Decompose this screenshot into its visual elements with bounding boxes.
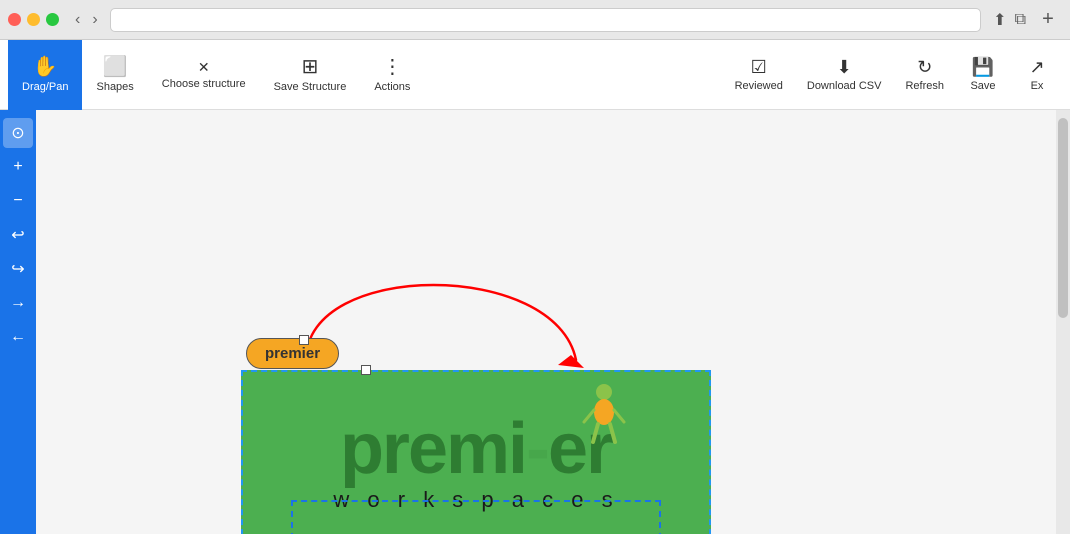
- canvas[interactable]: premier: [36, 110, 1056, 534]
- reviewed-label: Reviewed: [735, 80, 783, 92]
- toolbar-download-csv[interactable]: ⬇ Download CSV: [797, 40, 892, 110]
- toolbar-right: ☑ Reviewed ⬇ Download CSV ↻ Refresh 💾 Sa…: [725, 40, 1062, 110]
- toolbar-save-structure[interactable]: ⊞ Save Structure: [260, 40, 361, 110]
- actions-label: Actions: [374, 81, 410, 93]
- close-button[interactable]: [8, 13, 21, 26]
- add-tab-button[interactable]: +: [1034, 6, 1062, 34]
- drag-pan-label: Drag/Pan: [22, 81, 68, 93]
- sidebar-redo[interactable]: ↪: [3, 254, 33, 284]
- ex-icon: ↗: [1029, 58, 1044, 76]
- share-icon[interactable]: ⬆: [993, 10, 1006, 30]
- maximize-button[interactable]: [46, 13, 59, 26]
- toolbar-refresh[interactable]: ↻ Refresh: [895, 40, 954, 110]
- selection-handle-br: [361, 365, 371, 375]
- selection-handle-tl: [299, 335, 309, 345]
- browser-chrome: ‹ › ⬆ ⧉ +: [0, 0, 1070, 40]
- toolbar-reviewed[interactable]: ☑ Reviewed: [725, 40, 793, 110]
- sidebar-undo[interactable]: ↩: [3, 220, 33, 250]
- sidebar-zoom-out[interactable]: −: [3, 186, 33, 216]
- reviewed-icon: ☑: [751, 58, 767, 76]
- logo-workspaces-text: w o r k s p a c e s: [333, 487, 618, 513]
- address-bar[interactable]: [110, 8, 982, 32]
- tab-icon[interactable]: ⧉: [1015, 10, 1026, 30]
- toolbar-choose-structure[interactable]: ✕ Choose structure: [148, 40, 260, 110]
- choose-structure-label: Choose structure: [162, 78, 246, 90]
- logo-premier-text: premi-er: [340, 413, 612, 485]
- toolbar-shapes[interactable]: ⬜ Shapes: [82, 40, 147, 110]
- app: ✋ Drag/Pan ⬜ Shapes ✕ Choose structure ⊞…: [0, 40, 1070, 534]
- download-csv-icon: ⬇: [837, 58, 852, 76]
- scrollbar-thumb[interactable]: [1058, 118, 1068, 318]
- sidebar-zoom-reset[interactable]: ⊙: [3, 118, 33, 148]
- save-structure-label: Save Structure: [274, 81, 347, 93]
- sidebar: ⊙ + − ↩ ↪ → ←: [0, 110, 36, 534]
- main-area: ⊙ + − ↩ ↪ → ← premier: [0, 110, 1070, 534]
- actions-icon: ⋮: [382, 57, 402, 77]
- shapes-label: Shapes: [96, 81, 133, 93]
- forward-arrow[interactable]: ›: [88, 9, 101, 31]
- scrollbar-right[interactable]: [1056, 110, 1070, 534]
- traffic-lights: [8, 13, 59, 26]
- save-icon: 💾: [972, 58, 994, 76]
- toolbar: ✋ Drag/Pan ⬜ Shapes ✕ Choose structure ⊞…: [0, 40, 1070, 110]
- shapes-icon: ⬜: [103, 57, 128, 77]
- minimize-button[interactable]: [27, 13, 40, 26]
- person-icon: [579, 382, 629, 452]
- sidebar-zoom-in[interactable]: +: [3, 152, 33, 182]
- download-csv-label: Download CSV: [807, 80, 882, 92]
- sidebar-forward[interactable]: →: [3, 288, 33, 318]
- drag-pan-icon: ✋: [33, 57, 58, 77]
- browser-actions: ⬆ ⧉: [993, 10, 1026, 30]
- sidebar-back[interactable]: ←: [3, 322, 33, 352]
- back-arrow[interactable]: ‹: [71, 9, 84, 31]
- toolbar-ex[interactable]: ↗ Ex: [1012, 40, 1062, 110]
- save-structure-icon: ⊞: [302, 57, 319, 77]
- save-label: Save: [970, 80, 995, 92]
- canvas-content: premier: [36, 110, 1056, 534]
- ex-label: Ex: [1031, 80, 1044, 92]
- logo-box[interactable]: premi-er w o r k s p a c e s: [241, 370, 711, 534]
- nav-arrows: ‹ ›: [71, 9, 102, 31]
- toolbar-actions[interactable]: ⋮ Actions: [360, 40, 424, 110]
- toolbar-drag-pan[interactable]: ✋ Drag/Pan: [8, 40, 82, 110]
- refresh-label: Refresh: [905, 80, 944, 92]
- premier-label[interactable]: premier: [246, 338, 339, 369]
- choose-structure-icon: ✕: [198, 60, 210, 74]
- toolbar-save[interactable]: 💾 Save: [958, 40, 1008, 110]
- refresh-icon: ↻: [917, 58, 932, 76]
